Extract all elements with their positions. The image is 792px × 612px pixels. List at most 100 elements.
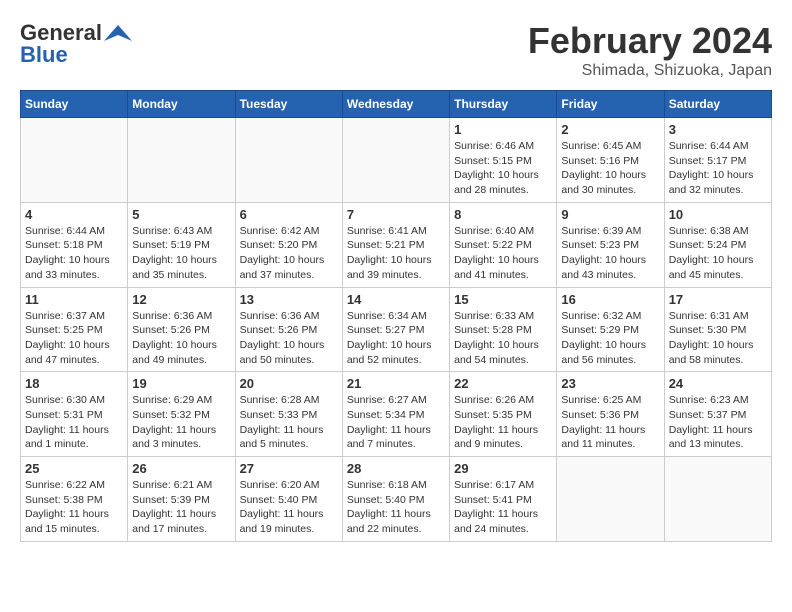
day-number: 22: [454, 376, 552, 391]
calendar-cell: [557, 457, 664, 542]
calendar: SundayMondayTuesdayWednesdayThursdayFrid…: [20, 90, 772, 542]
day-info: Sunrise: 6:29 AMSunset: 5:32 PMDaylight:…: [132, 393, 230, 452]
day-number: 20: [240, 376, 338, 391]
day-info: Sunrise: 6:44 AMSunset: 5:18 PMDaylight:…: [25, 224, 123, 283]
day-info: Sunrise: 6:37 AMSunset: 5:25 PMDaylight:…: [25, 309, 123, 368]
calendar-cell: 8 Sunrise: 6:40 AMSunset: 5:22 PMDaylight…: [450, 202, 557, 287]
calendar-week-4: 18 Sunrise: 6:30 AMSunset: 5:31 PMDayligh…: [21, 372, 772, 457]
day-info: Sunrise: 6:45 AMSunset: 5:16 PMDaylight:…: [561, 139, 659, 198]
day-number: 10: [669, 207, 767, 222]
day-info: Sunrise: 6:41 AMSunset: 5:21 PMDaylight:…: [347, 224, 445, 283]
calendar-cell: 23 Sunrise: 6:25 AMSunset: 5:36 PMDayligh…: [557, 372, 664, 457]
day-info: Sunrise: 6:17 AMSunset: 5:41 PMDaylight:…: [454, 478, 552, 537]
day-number: 13: [240, 292, 338, 307]
header-saturday: Saturday: [664, 91, 771, 118]
header-tuesday: Tuesday: [235, 91, 342, 118]
logo-blue: Blue: [20, 42, 68, 68]
calendar-cell: 22 Sunrise: 6:26 AMSunset: 5:35 PMDayligh…: [450, 372, 557, 457]
day-number: 19: [132, 376, 230, 391]
calendar-cell: 21 Sunrise: 6:27 AMSunset: 5:34 PMDayligh…: [342, 372, 449, 457]
title-area: February 2024 Shimada, Shizuoka, Japan: [528, 20, 772, 80]
day-number: 14: [347, 292, 445, 307]
calendar-cell: 14 Sunrise: 6:34 AMSunset: 5:27 PMDayligh…: [342, 287, 449, 372]
calendar-cell: 27Sunrise: 6:20 AMSunset: 5:40 PMDayligh…: [235, 457, 342, 542]
day-info: Sunrise: 6:40 AMSunset: 5:22 PMDaylight:…: [454, 224, 552, 283]
day-info: Sunrise: 6:36 AMSunset: 5:26 PMDaylight:…: [240, 309, 338, 368]
day-number: 23: [561, 376, 659, 391]
calendar-cell: 16 Sunrise: 6:32 AMSunset: 5:29 PMDayligh…: [557, 287, 664, 372]
day-info: Sunrise: 6:38 AMSunset: 5:24 PMDaylight:…: [669, 224, 767, 283]
day-number: 17: [669, 292, 767, 307]
day-number: 18: [25, 376, 123, 391]
day-info: Sunrise: 6:36 AMSunset: 5:26 PMDaylight:…: [132, 309, 230, 368]
calendar-cell: 25 Sunrise: 6:22 AMSunset: 5:38 PMDayligh…: [21, 457, 128, 542]
day-info: Sunrise: 6:26 AMSunset: 5:35 PMDaylight:…: [454, 393, 552, 452]
calendar-cell: 20 Sunrise: 6:28 AMSunset: 5:33 PMDayligh…: [235, 372, 342, 457]
calendar-cell: 7 Sunrise: 6:41 AMSunset: 5:21 PMDaylight…: [342, 202, 449, 287]
day-info: Sunrise: 6:22 AMSunset: 5:38 PMDaylight:…: [25, 478, 123, 537]
day-info: Sunrise: 6:30 AMSunset: 5:31 PMDaylight:…: [25, 393, 123, 452]
day-info: Sunrise: 6:18 AMSunset: 5:40 PMDaylight:…: [347, 478, 445, 537]
location: Shimada, Shizuoka, Japan: [528, 62, 772, 80]
calendar-cell: [342, 118, 449, 203]
day-number: 1: [454, 122, 552, 137]
day-info: Sunrise: 6:39 AMSunset: 5:23 PMDaylight:…: [561, 224, 659, 283]
day-number: 25: [25, 461, 123, 476]
calendar-week-1: 1Sunrise: 6:46 AMSunset: 5:15 PMDaylight…: [21, 118, 772, 203]
day-info: Sunrise: 6:25 AMSunset: 5:36 PMDaylight:…: [561, 393, 659, 452]
month-title: February 2024: [528, 20, 772, 62]
day-number: 28: [347, 461, 445, 476]
calendar-cell: [235, 118, 342, 203]
day-number: 16: [561, 292, 659, 307]
day-info: Sunrise: 6:42 AMSunset: 5:20 PMDaylight:…: [240, 224, 338, 283]
day-number: 29: [454, 461, 552, 476]
calendar-cell: 6 Sunrise: 6:42 AMSunset: 5:20 PMDaylight…: [235, 202, 342, 287]
calendar-cell: 1Sunrise: 6:46 AMSunset: 5:15 PMDaylight…: [450, 118, 557, 203]
calendar-cell: 12Sunrise: 6:36 AMSunset: 5:26 PMDayligh…: [128, 287, 235, 372]
day-number: 6: [240, 207, 338, 222]
day-number: 8: [454, 207, 552, 222]
day-info: Sunrise: 6:44 AMSunset: 5:17 PMDaylight:…: [669, 139, 767, 198]
day-number: 2: [561, 122, 659, 137]
day-info: Sunrise: 6:27 AMSunset: 5:34 PMDaylight:…: [347, 393, 445, 452]
calendar-cell: 3 Sunrise: 6:44 AMSunset: 5:17 PMDaylight…: [664, 118, 771, 203]
day-info: Sunrise: 6:33 AMSunset: 5:28 PMDaylight:…: [454, 309, 552, 368]
day-number: 26: [132, 461, 230, 476]
day-number: 21: [347, 376, 445, 391]
calendar-cell: 4 Sunrise: 6:44 AMSunset: 5:18 PMDaylight…: [21, 202, 128, 287]
day-info: Sunrise: 6:32 AMSunset: 5:29 PMDaylight:…: [561, 309, 659, 368]
header-friday: Friday: [557, 91, 664, 118]
day-info: Sunrise: 6:31 AMSunset: 5:30 PMDaylight:…: [669, 309, 767, 368]
calendar-cell: 19 Sunrise: 6:29 AMSunset: 5:32 PMDayligh…: [128, 372, 235, 457]
calendar-cell: 10 Sunrise: 6:38 AMSunset: 5:24 PMDayligh…: [664, 202, 771, 287]
day-number: 7: [347, 207, 445, 222]
calendar-cell: [128, 118, 235, 203]
header-wednesday: Wednesday: [342, 91, 449, 118]
calendar-cell: 13 Sunrise: 6:36 AMSunset: 5:26 PMDayligh…: [235, 287, 342, 372]
day-number: 27: [240, 461, 338, 476]
calendar-cell: 18 Sunrise: 6:30 AMSunset: 5:31 PMDayligh…: [21, 372, 128, 457]
day-info: Sunrise: 6:34 AMSunset: 5:27 PMDaylight:…: [347, 309, 445, 368]
calendar-cell: [21, 118, 128, 203]
calendar-cell: 26Sunrise: 6:21 AMSunset: 5:39 PMDayligh…: [128, 457, 235, 542]
calendar-cell: 2 Sunrise: 6:45 AMSunset: 5:16 PMDaylight…: [557, 118, 664, 203]
day-info: Sunrise: 6:28 AMSunset: 5:33 PMDaylight:…: [240, 393, 338, 452]
day-number: 15: [454, 292, 552, 307]
calendar-cell: 24 Sunrise: 6:23 AMSunset: 5:37 PMDayligh…: [664, 372, 771, 457]
day-info: Sunrise: 6:23 AMSunset: 5:37 PMDaylight:…: [669, 393, 767, 452]
day-number: 9: [561, 207, 659, 222]
header-sunday: Sunday: [21, 91, 128, 118]
day-number: 11: [25, 292, 123, 307]
day-number: 24: [669, 376, 767, 391]
calendar-cell: [664, 457, 771, 542]
calendar-cell: 15 Sunrise: 6:33 AMSunset: 5:28 PMDayligh…: [450, 287, 557, 372]
calendar-cell: 29 Sunrise: 6:17 AMSunset: 5:41 PMDayligh…: [450, 457, 557, 542]
calendar-header-row: SundayMondayTuesdayWednesdayThursdayFrid…: [21, 91, 772, 118]
logo: General Blue: [20, 20, 132, 68]
day-number: 4: [25, 207, 123, 222]
header: General Blue February 2024 Shimada, Shiz…: [20, 20, 772, 80]
calendar-cell: 9 Sunrise: 6:39 AMSunset: 5:23 PMDaylight…: [557, 202, 664, 287]
day-number: 3: [669, 122, 767, 137]
calendar-cell: 5Sunrise: 6:43 AMSunset: 5:19 PMDaylight…: [128, 202, 235, 287]
calendar-week-2: 4 Sunrise: 6:44 AMSunset: 5:18 PMDaylight…: [21, 202, 772, 287]
